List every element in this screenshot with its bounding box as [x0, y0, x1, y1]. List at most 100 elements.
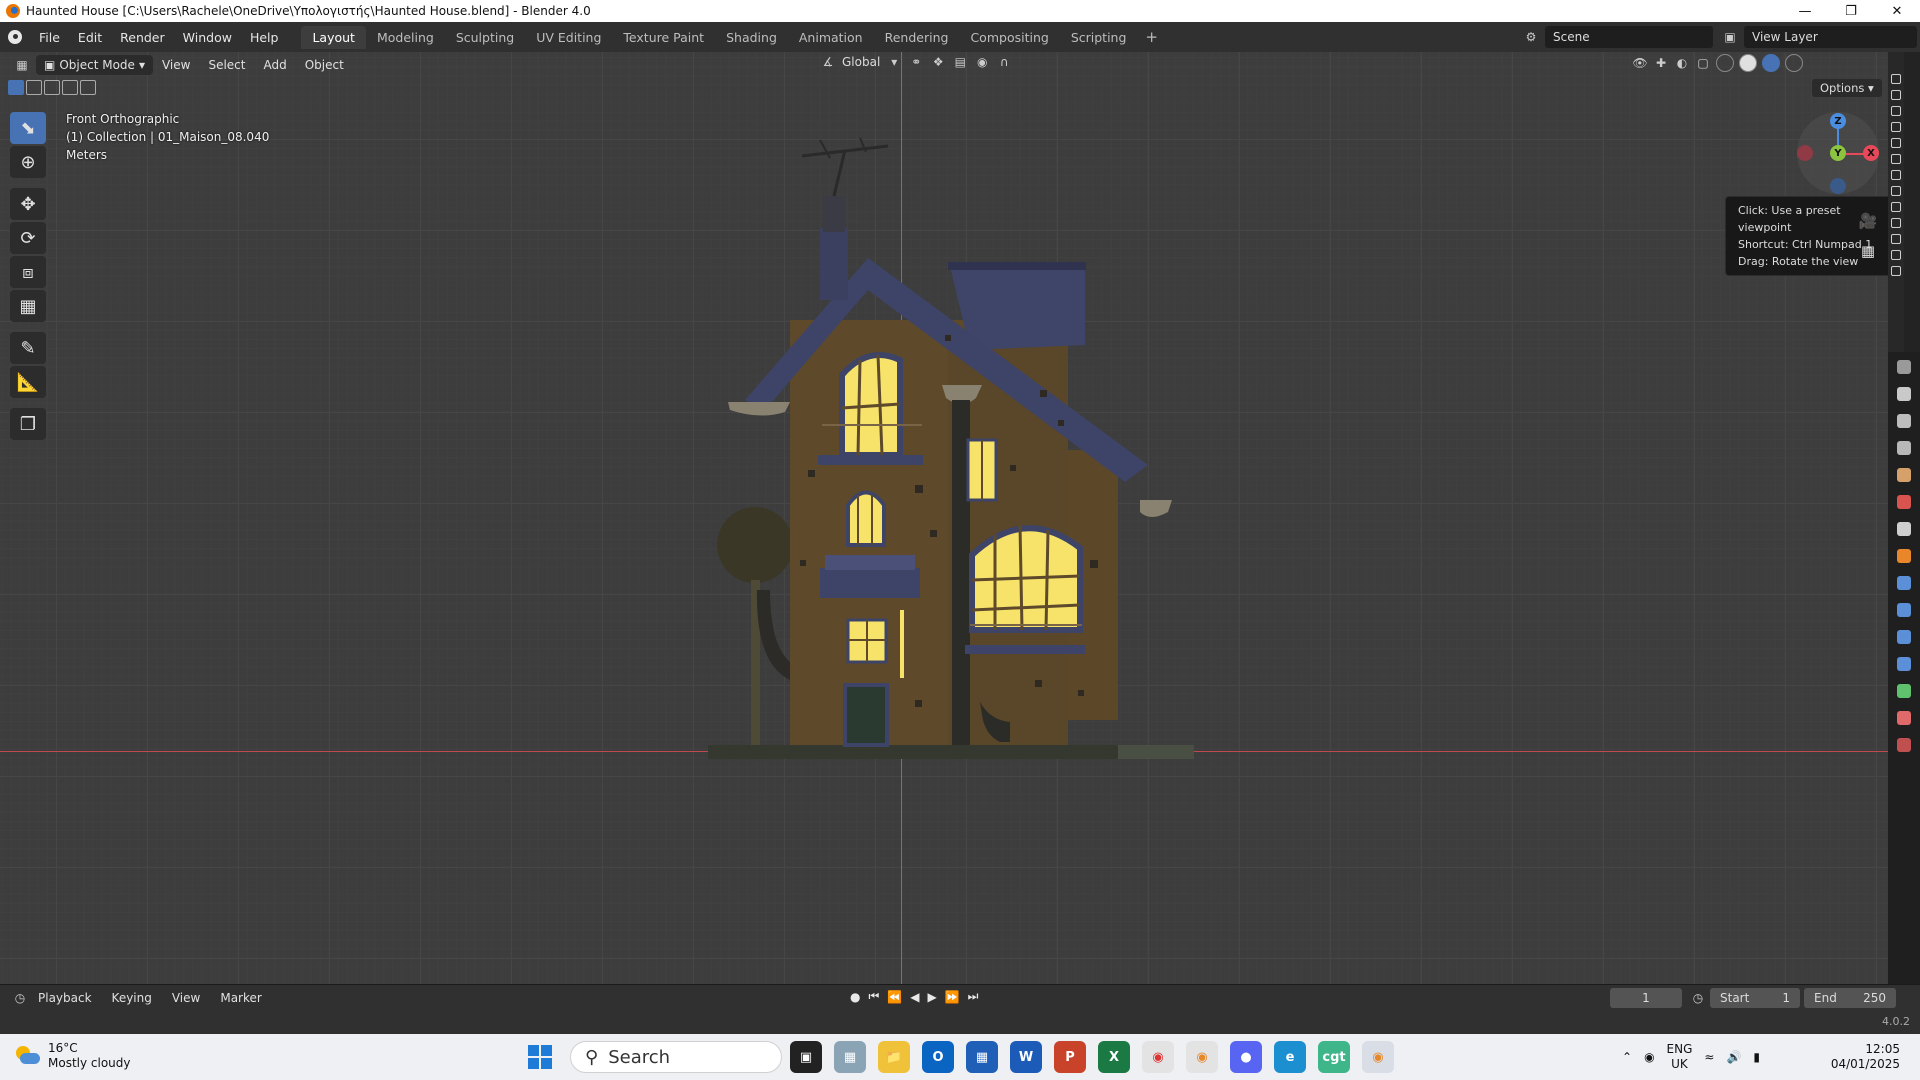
play-icon[interactable]: ▶ — [927, 990, 936, 1004]
proportional-edit-icon[interactable]: ◉ — [974, 54, 990, 70]
tool-properties-icon[interactable] — [1897, 360, 1911, 374]
select-extend-icon[interactable] — [26, 80, 42, 95]
tray-chevron-icon[interactable]: ⌃ — [1622, 1050, 1632, 1064]
excel-icon[interactable]: X — [1098, 1041, 1130, 1073]
volume-icon[interactable]: 🔊 — [1726, 1050, 1741, 1064]
camera-visibility-icon[interactable] — [1891, 106, 1901, 116]
collection-properties-icon[interactable] — [1897, 522, 1911, 536]
timeline-editor-icon[interactable]: ◷ — [12, 990, 28, 1006]
end-frame-field[interactable]: End 250 — [1804, 988, 1896, 1008]
timeline-menu-playback[interactable]: Playback — [28, 991, 102, 1005]
blender-taskbar-icon[interactable]: ◉ — [1186, 1041, 1218, 1073]
add-workspace-button[interactable]: + — [1137, 28, 1166, 46]
camera-view-icon[interactable]: 🎥 — [1856, 210, 1880, 232]
edge-icon[interactable]: e — [1274, 1041, 1306, 1073]
pivot-icon[interactable]: ⚭ — [908, 54, 924, 70]
gizmo-toggle-icon[interactable]: ✚ — [1653, 55, 1669, 71]
file-explorer-icon[interactable]: 📁 — [878, 1041, 910, 1073]
constraints-properties-icon[interactable] — [1897, 657, 1911, 671]
menu-render[interactable]: Render — [111, 30, 174, 45]
camera-visibility-icon[interactable] — [1891, 218, 1901, 228]
menu-file[interactable]: File — [30, 30, 69, 45]
start-frame-field[interactable]: Start 1 — [1710, 988, 1800, 1008]
gizmo-z-axis[interactable]: Z — [1830, 113, 1846, 129]
transform-tool[interactable]: ▦ — [10, 290, 46, 322]
tab-sculpting[interactable]: Sculpting — [445, 26, 525, 49]
overlays-icon[interactable]: ◐ — [1674, 55, 1690, 71]
tab-compositing[interactable]: Compositing — [959, 26, 1059, 49]
scene-properties-icon[interactable] — [1897, 468, 1911, 482]
navigation-gizmo[interactable]: Z Y X — [1797, 112, 1879, 194]
timeline-menu-keying[interactable]: Keying — [102, 991, 162, 1005]
annotate-tool[interactable]: ✎ — [10, 332, 46, 364]
output-properties-icon[interactable] — [1897, 414, 1911, 428]
menu-window[interactable]: Window — [174, 30, 241, 45]
menu-edit[interactable]: Edit — [69, 30, 111, 45]
close-button[interactable]: ✕ — [1874, 0, 1920, 22]
camera-visibility-icon[interactable] — [1891, 234, 1901, 244]
scene-selector[interactable]: ⚙ Scene — [1523, 26, 1713, 48]
prev-keyframe-icon[interactable]: ⏪ — [887, 990, 902, 1004]
world-properties-icon[interactable] — [1897, 495, 1911, 509]
tab-shading[interactable]: Shading — [715, 26, 788, 49]
gizmo-y-axis[interactable]: Y — [1830, 145, 1846, 161]
next-keyframe-icon[interactable]: ⏩ — [945, 990, 960, 1004]
3d-viewport[interactable]: ▦ ▣ Object Mode ▾ View Select Add Object… — [0, 52, 1888, 984]
select-intersect-icon[interactable] — [80, 80, 96, 95]
measure-tool[interactable]: 📐 — [10, 366, 46, 398]
xray-icon[interactable]: ▢ — [1695, 55, 1711, 71]
render-properties-icon[interactable] — [1897, 387, 1911, 401]
menu-help[interactable]: Help — [241, 30, 288, 45]
weather-widget[interactable]: 16°C Mostly cloudy — [14, 1041, 131, 1071]
cgtrader-icon[interactable]: cgt — [1318, 1041, 1350, 1073]
tab-texture-paint[interactable]: Texture Paint — [612, 26, 715, 49]
material-shading-button[interactable] — [1762, 54, 1780, 72]
blender-logo-icon[interactable] — [0, 22, 30, 52]
taskbar-search[interactable]: ⚲ Search — [570, 1041, 782, 1073]
ortho-grid-icon[interactable]: ▦ — [1856, 240, 1880, 262]
physics-properties-icon[interactable] — [1897, 630, 1911, 644]
rotate-tool[interactable]: ⟳ — [10, 222, 46, 254]
view-layer-properties-icon[interactable] — [1897, 441, 1911, 455]
snap-icon[interactable]: ❖ — [930, 54, 946, 70]
gizmo-neg-z-axis[interactable] — [1830, 178, 1846, 194]
viewport-menu-view[interactable]: View — [153, 58, 199, 72]
current-frame-field[interactable]: 1 — [1610, 988, 1682, 1008]
camera-visibility-icon[interactable] — [1891, 266, 1901, 276]
options-button[interactable]: Options ▾ — [1812, 79, 1882, 97]
select-new-icon[interactable] — [8, 80, 24, 95]
solid-shading-button[interactable] — [1739, 54, 1757, 72]
photos-app-icon[interactable]: ▦ — [834, 1041, 866, 1073]
discord-icon[interactable]: ● — [1230, 1041, 1262, 1073]
material-properties-icon[interactable] — [1897, 711, 1911, 725]
camera-visibility-icon[interactable] — [1891, 170, 1901, 180]
add-cube-tool[interactable]: ❐ — [10, 408, 46, 440]
viewport-menu-object[interactable]: Object — [296, 58, 353, 72]
maximize-button[interactable]: ❐ — [1828, 0, 1874, 22]
view-layer-selector[interactable]: ▣ View Layer — [1722, 26, 1917, 48]
camera-visibility-icon[interactable] — [1891, 250, 1901, 260]
modifier-properties-icon[interactable] — [1897, 576, 1911, 590]
windows-start-icon[interactable] — [528, 1045, 552, 1069]
object-properties-icon[interactable] — [1897, 549, 1911, 563]
play-reverse-icon[interactable]: ◀ — [910, 990, 919, 1004]
wifi-icon[interactable]: ≈ — [1704, 1050, 1714, 1064]
camera-visibility-icon[interactable] — [1891, 122, 1901, 132]
scale-tool[interactable]: ⧈ — [10, 256, 46, 288]
camera-visibility-icon[interactable] — [1891, 202, 1901, 212]
tab-rendering[interactable]: Rendering — [874, 26, 960, 49]
camera-visibility-icon[interactable] — [1891, 138, 1901, 148]
tab-modeling[interactable]: Modeling — [366, 26, 445, 49]
viewport-menu-add[interactable]: Add — [254, 58, 295, 72]
camera-visibility-icon[interactable] — [1891, 186, 1901, 196]
snap-target-icon[interactable]: ▤ — [952, 54, 968, 70]
taskbar-clock[interactable]: 12:05 04/01/2025 — [1818, 1042, 1900, 1072]
task-view-icon[interactable]: ▣ — [790, 1041, 822, 1073]
clock-icon[interactable]: ◷ — [1690, 990, 1706, 1006]
powerpoint-icon[interactable]: P — [1054, 1041, 1086, 1073]
battery-icon[interactable]: ▮ — [1753, 1050, 1760, 1064]
haunted-house-model[interactable] — [0, 52, 1888, 984]
tab-scripting[interactable]: Scripting — [1060, 26, 1138, 49]
jump-end-icon[interactable]: ⏭ — [968, 989, 979, 1004]
outlook-icon[interactable]: O — [922, 1041, 954, 1073]
